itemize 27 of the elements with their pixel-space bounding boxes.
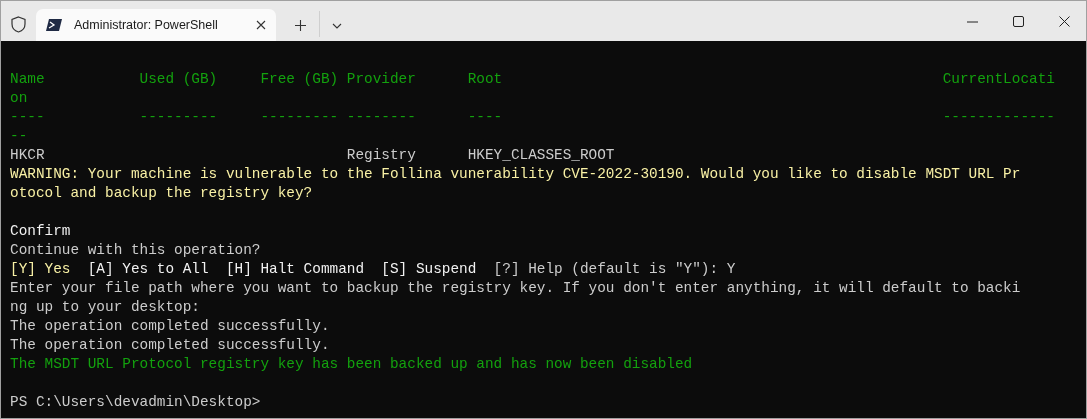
terminal-text: PS C:\Users\devadmin\Desktop> bbox=[10, 393, 261, 412]
terminal-text: otocol and backup the registry key? bbox=[10, 184, 313, 203]
terminal-text: The MSDT URL Protocol registry key has been backed up and has now been disabled bbox=[10, 355, 693, 374]
shield-icon[interactable] bbox=[11, 16, 26, 33]
terminal-text: Confirm bbox=[10, 222, 71, 241]
terminal-text: The operation completed successfully. bbox=[10, 317, 330, 336]
terminal-text: WARNING: Your machine is vulnerable to the Follina vunerability CVE-2022-30190. Would you like to disable MSDT URL Pr bbox=[10, 165, 1021, 184]
close-icon[interactable] bbox=[1059, 16, 1070, 27]
terminal-text: HKCR Registry HKEY_CLASSES_ROOT bbox=[10, 146, 615, 165]
terminal-text: [A] Yes to All [H] Halt Command [S] Suspend bbox=[86, 260, 477, 279]
plus-icon[interactable] bbox=[295, 20, 306, 31]
terminal-text: ---- --------- --------- -------- ---- ------------- bbox=[10, 108, 1055, 127]
terminal-text: [Y] Yes bbox=[10, 260, 71, 279]
dropdown-icon[interactable] bbox=[332, 23, 342, 29]
powershell-icon bbox=[46, 19, 62, 31]
terminal-tab[interactable]: Administrator: PowerShell bbox=[36, 9, 276, 41]
terminal-text: The operation completed successfully. bbox=[10, 336, 330, 355]
terminal-text: Name Used (GB) Free (GB) Provider Root CurrentLocati bbox=[10, 70, 1055, 89]
terminal-text: -- bbox=[10, 127, 28, 146]
maximize-icon[interactable] bbox=[1013, 16, 1024, 27]
terminal-text: Enter your file path where you want to backup the registry key. If you don't enter anything, it will default to backi bbox=[10, 279, 1021, 298]
close-icon[interactable] bbox=[256, 20, 266, 30]
terminal-text: [?] Help (default is "Y"): Y bbox=[492, 260, 736, 279]
tab-title: Administrator: PowerShell bbox=[74, 16, 219, 34]
terminal-text: on bbox=[10, 89, 28, 108]
terminal-text: Continue with this operation? bbox=[10, 241, 261, 260]
terminal-text: ng up to your desktop: bbox=[10, 298, 200, 317]
